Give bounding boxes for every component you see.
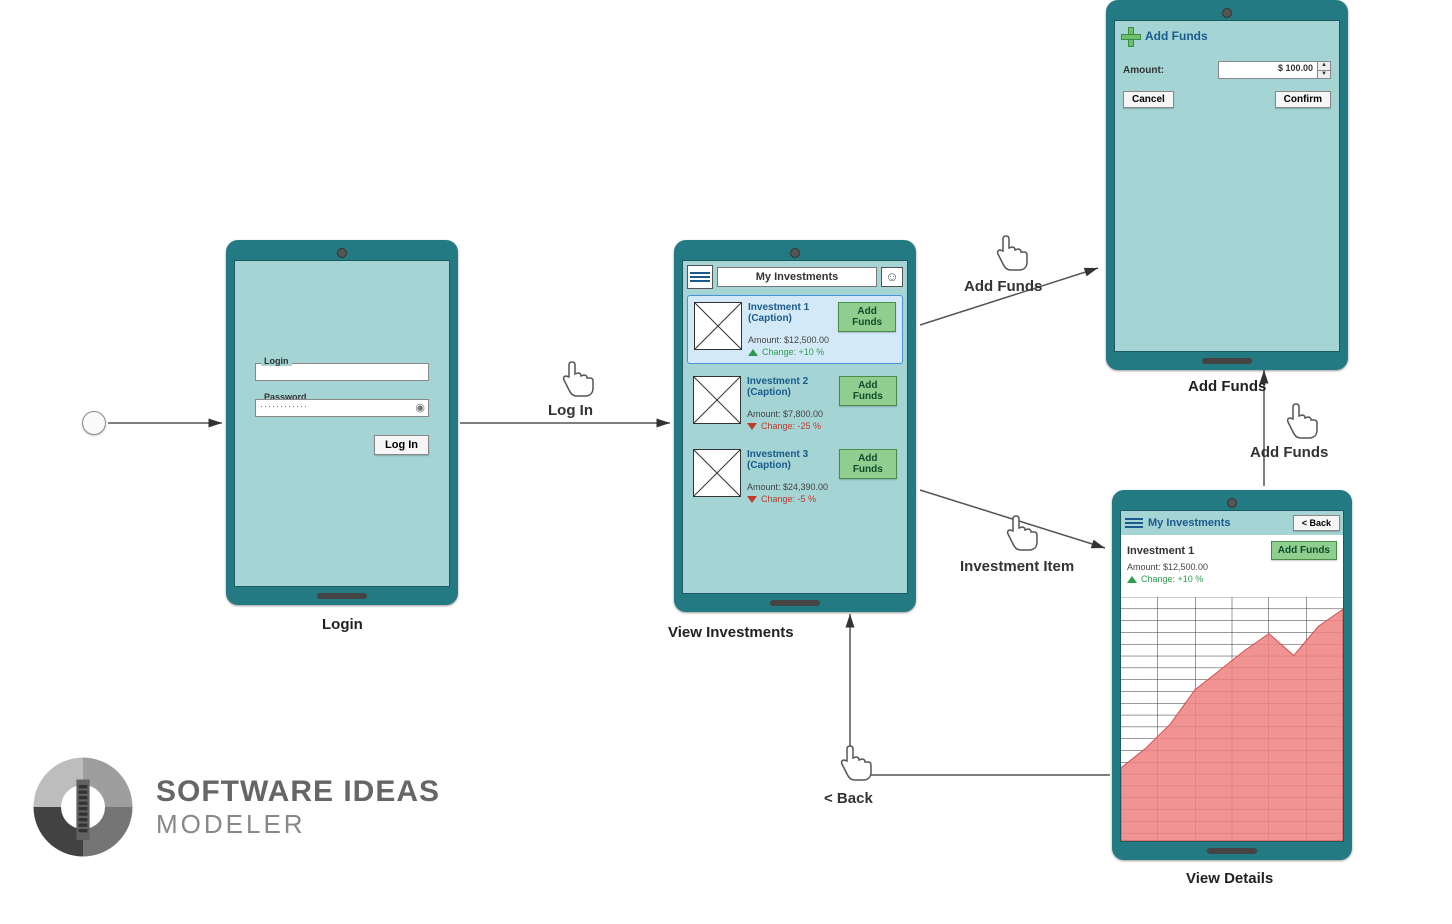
add-funds-screen: Add Funds Amount: $ 100.00 ▲ ▼ Cancel Co…: [1114, 20, 1340, 352]
connector-label-back: < Back: [824, 790, 873, 807]
investments-screen: My Investments ☺ Investment 1 (Caption)A…: [682, 260, 908, 594]
investment-amount: Amount: $7,800.00: [747, 409, 897, 419]
device-details[interactable]: My Investments < Back Investment 1 Add F…: [1112, 490, 1352, 860]
cancel-button[interactable]: Cancel: [1123, 91, 1174, 108]
investment-change: Change: -25 %: [747, 421, 897, 431]
investment-item[interactable]: Investment 2 (Caption)Add Funds Amount: $…: [687, 370, 903, 437]
back-button[interactable]: < Back: [1293, 515, 1340, 531]
brand-line2: MODELER: [156, 809, 440, 840]
connector-label-addfunds: Add Funds: [964, 278, 1042, 295]
home-indicator: [1207, 848, 1257, 854]
pointer-icon: [836, 740, 874, 784]
diagram-canvas: Login Password ············ ◉ Log In Log…: [0, 0, 1452, 924]
camera-icon: [337, 248, 347, 258]
home-indicator: [317, 593, 367, 599]
investments-node-label: View Investments: [668, 624, 794, 641]
device-login[interactable]: Login Password ············ ◉ Log In: [226, 240, 458, 605]
login-screen: Login Password ············ ◉ Log In: [234, 260, 450, 587]
device-investments[interactable]: My Investments ☺ Investment 1 (Caption)A…: [674, 240, 916, 612]
investment-item[interactable]: Investment 3 (Caption)Add Funds Amount: $…: [687, 443, 903, 510]
camera-icon: [1227, 498, 1237, 508]
camera-icon: [1222, 8, 1232, 18]
brand-line1: SOFTWARE IDEAS: [156, 775, 440, 809]
password-input[interactable]: ············ ◉: [255, 399, 429, 417]
amount-input[interactable]: $ 100.00: [1218, 61, 1318, 79]
hamburger-icon[interactable]: [1124, 514, 1144, 532]
image-placeholder-icon: [693, 376, 741, 424]
image-placeholder-icon: [693, 449, 741, 497]
amount-label: Amount:: [1123, 65, 1164, 76]
start-node[interactable]: [82, 411, 106, 435]
details-chart: [1121, 597, 1343, 841]
amount-stepper[interactable]: ▲ ▼: [1318, 61, 1331, 79]
login-field-label: Login: [261, 356, 292, 366]
details-change: Change: +10 %: [1121, 572, 1343, 590]
login-node-label: Login: [322, 616, 363, 633]
details-node-label: View Details: [1186, 870, 1273, 887]
investment-amount: Amount: $12,500.00: [748, 335, 896, 345]
pointer-icon: [992, 230, 1030, 274]
camera-icon: [790, 248, 800, 258]
home-indicator: [770, 600, 820, 606]
add-funds-button[interactable]: Add Funds: [1271, 541, 1337, 560]
investment-caption: Investment 1 (Caption): [748, 302, 838, 324]
hamburger-icon[interactable]: [687, 265, 713, 289]
image-placeholder-icon: [694, 302, 742, 350]
add-funds-button[interactable]: Add Funds: [838, 302, 896, 332]
device-add-funds[interactable]: Add Funds Amount: $ 100.00 ▲ ▼ Cancel Co…: [1106, 0, 1348, 370]
pointer-icon: [1282, 398, 1320, 442]
add-funds-title: Add Funds: [1145, 29, 1208, 43]
plus-icon: [1121, 27, 1139, 45]
login-button[interactable]: Log In: [374, 435, 429, 455]
investment-item[interactable]: Investment 1 (Caption)Add Funds Amount: $…: [687, 295, 903, 364]
investment-caption: Investment 3 (Caption): [747, 449, 839, 471]
add-funds-button[interactable]: Add Funds: [839, 376, 897, 406]
details-header-title: My Investments: [1148, 517, 1289, 529]
pointer-icon: [558, 356, 596, 400]
details-amount: Amount: $12,500.00: [1121, 562, 1343, 572]
investment-change: Change: +10 %: [748, 347, 896, 357]
home-indicator: [1202, 358, 1252, 364]
connector-label-addfunds2: Add Funds: [1250, 444, 1328, 461]
pointer-icon: [1002, 510, 1040, 554]
investment-caption: Investment 2 (Caption): [747, 376, 839, 398]
brand-logo: SOFTWARE IDEAS MODELER: [28, 752, 440, 862]
investment-amount: Amount: $24,390.00: [747, 482, 897, 492]
connector-label-investment: Investment Item: [960, 558, 1074, 575]
investment-change: Change: -5 %: [747, 494, 897, 504]
eye-icon[interactable]: ◉: [415, 401, 425, 414]
user-icon[interactable]: ☺: [881, 267, 903, 287]
investments-title: My Investments: [717, 267, 877, 287]
add-funds-button[interactable]: Add Funds: [839, 449, 897, 479]
details-screen: My Investments < Back Investment 1 Add F…: [1120, 510, 1344, 842]
confirm-button[interactable]: Confirm: [1275, 91, 1331, 108]
connector-label-login: Log In: [548, 402, 593, 419]
details-item-title: Investment 1: [1127, 545, 1194, 557]
add-funds-node-label: Add Funds: [1188, 378, 1266, 395]
